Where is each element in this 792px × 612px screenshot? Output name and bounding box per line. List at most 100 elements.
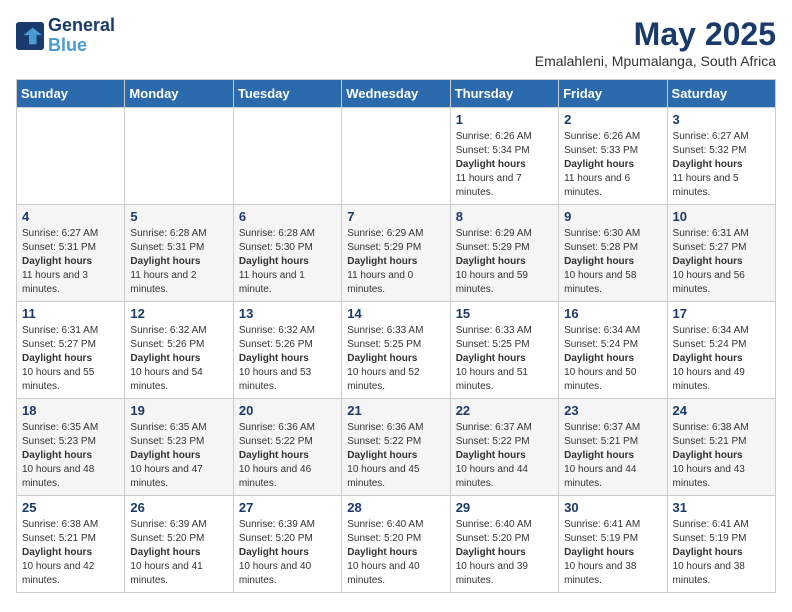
calendar-header-row: SundayMondayTuesdayWednesdayThursdayFrid… [17, 80, 776, 108]
calendar-day-cell: 6 Sunrise: 6:28 AMSunset: 5:30 PMDaylight… [233, 205, 341, 302]
calendar-day-cell: 10 Sunrise: 6:31 AMSunset: 5:27 PMDayligh… [667, 205, 775, 302]
day-info: Sunrise: 6:38 AMSunset: 5:21 PMDaylight … [22, 518, 119, 588]
page-header: General Blue May 2025 Emalahleni, Mpumal… [16, 16, 776, 69]
calendar-day-cell: 30 Sunrise: 6:41 AMSunset: 5:19 PMDayligh… [559, 496, 667, 593]
day-info: Sunrise: 6:36 AMSunset: 5:22 PMDaylight … [239, 421, 336, 491]
day-info: Sunrise: 6:26 AMSunset: 5:33 PMDaylight … [564, 130, 661, 200]
calendar-week-row: 11 Sunrise: 6:31 AMSunset: 5:27 PMDayligh… [17, 302, 776, 399]
day-info: Sunrise: 6:33 AMSunset: 5:25 PMDaylight … [347, 324, 444, 394]
day-info: Sunrise: 6:35 AMSunset: 5:23 PMDaylight … [22, 421, 119, 491]
weekday-header: Saturday [667, 80, 775, 108]
calendar-day-cell: 29 Sunrise: 6:40 AMSunset: 5:20 PMDayligh… [450, 496, 558, 593]
calendar-day-cell: 20 Sunrise: 6:36 AMSunset: 5:22 PMDayligh… [233, 399, 341, 496]
day-number: 30 [564, 500, 661, 515]
calendar-day-cell: 17Sunrise: 6:34 AMSunset: 5:24 PMDayligh… [667, 302, 775, 399]
day-info: Sunrise: 6:33 AMSunset: 5:25 PMDaylight … [456, 324, 553, 394]
day-number: 19 [130, 403, 227, 418]
day-number: 28 [347, 500, 444, 515]
day-info: Sunrise: 6:39 AMSunset: 5:20 PMDaylight … [239, 518, 336, 588]
logo-line2: Blue [48, 36, 115, 56]
calendar-day-cell: 11 Sunrise: 6:31 AMSunset: 5:27 PMDayligh… [17, 302, 125, 399]
day-number: 27 [239, 500, 336, 515]
calendar-day-cell: 31 Sunrise: 6:41 AMSunset: 5:19 PMDayligh… [667, 496, 775, 593]
day-number: 10 [673, 209, 770, 224]
logo-icon [16, 22, 44, 50]
calendar-day-cell: 3 Sunrise: 6:27 AMSunset: 5:32 PMDaylight… [667, 108, 775, 205]
calendar-day-cell: 25 Sunrise: 6:38 AMSunset: 5:21 PMDayligh… [17, 496, 125, 593]
day-info: Sunrise: 6:40 AMSunset: 5:20 PMDaylight … [456, 518, 553, 588]
day-number: 21 [347, 403, 444, 418]
day-number: 3 [673, 112, 770, 127]
day-info: Sunrise: 6:37 AMSunset: 5:22 PMDaylight … [456, 421, 553, 491]
day-number: 1 [456, 112, 553, 127]
day-info: Sunrise: 6:34 AMSunset: 5:24 PMDaylight … [564, 324, 661, 394]
weekday-header: Tuesday [233, 80, 341, 108]
day-number: 20 [239, 403, 336, 418]
calendar-day-cell: 24 Sunrise: 6:38 AMSunset: 5:21 PMDayligh… [667, 399, 775, 496]
day-info: Sunrise: 6:28 AMSunset: 5:30 PMDaylight … [239, 227, 336, 297]
day-info: Sunrise: 6:38 AMSunset: 5:21 PMDaylight … [673, 421, 770, 491]
calendar-week-row: 18Sunrise: 6:35 AMSunset: 5:23 PMDayligh… [17, 399, 776, 496]
weekday-header: Thursday [450, 80, 558, 108]
day-info: Sunrise: 6:29 AMSunset: 5:29 PMDaylight … [456, 227, 553, 297]
day-number: 25 [22, 500, 119, 515]
weekday-header: Friday [559, 80, 667, 108]
day-info: Sunrise: 6:31 AMSunset: 5:27 PMDaylight … [22, 324, 119, 394]
day-number: 7 [347, 209, 444, 224]
calendar-week-row: 1 Sunrise: 6:26 AMSunset: 5:34 PMDaylight… [17, 108, 776, 205]
day-info: Sunrise: 6:29 AMSunset: 5:29 PMDaylight … [347, 227, 444, 297]
day-number: 24 [673, 403, 770, 418]
calendar-day-cell: 2 Sunrise: 6:26 AMSunset: 5:33 PMDaylight… [559, 108, 667, 205]
day-info: Sunrise: 6:39 AMSunset: 5:20 PMDaylight … [130, 518, 227, 588]
calendar-day-cell: 12 Sunrise: 6:32 AMSunset: 5:26 PMDayligh… [125, 302, 233, 399]
day-number: 6 [239, 209, 336, 224]
day-info: Sunrise: 6:41 AMSunset: 5:19 PMDaylight … [564, 518, 661, 588]
day-info: Sunrise: 6:27 AMSunset: 5:31 PMDaylight … [22, 227, 119, 297]
calendar-day-cell: 21 Sunrise: 6:36 AMSunset: 5:22 PMDayligh… [342, 399, 450, 496]
day-number: 14 [347, 306, 444, 321]
calendar-day-cell: 9 Sunrise: 6:30 AMSunset: 5:28 PMDaylight… [559, 205, 667, 302]
day-number: 16 [564, 306, 661, 321]
day-info: Sunrise: 6:26 AMSunset: 5:34 PMDaylight … [456, 130, 553, 200]
calendar-day-cell: 14 Sunrise: 6:33 AMSunset: 5:25 PMDayligh… [342, 302, 450, 399]
day-number: 5 [130, 209, 227, 224]
calendar-day-cell: 19 Sunrise: 6:35 AMSunset: 5:23 PMDayligh… [125, 399, 233, 496]
calendar-day-cell [342, 108, 450, 205]
day-info: Sunrise: 6:34 AMSunset: 5:24 PMDaylight … [673, 324, 770, 394]
day-info: Sunrise: 6:35 AMSunset: 5:23 PMDaylight … [130, 421, 227, 491]
calendar-day-cell: 18Sunrise: 6:35 AMSunset: 5:23 PMDayligh… [17, 399, 125, 496]
day-info: Sunrise: 6:27 AMSunset: 5:32 PMDaylight … [673, 130, 770, 200]
day-number: 11 [22, 306, 119, 321]
day-info: Sunrise: 6:41 AMSunset: 5:19 PMDaylight … [673, 518, 770, 588]
calendar-day-cell: 27 Sunrise: 6:39 AMSunset: 5:20 PMDayligh… [233, 496, 341, 593]
calendar-day-cell: 28 Sunrise: 6:40 AMSunset: 5:20 PMDayligh… [342, 496, 450, 593]
day-number: 8 [456, 209, 553, 224]
day-number: 9 [564, 209, 661, 224]
calendar-day-cell: 1 Sunrise: 6:26 AMSunset: 5:34 PMDaylight… [450, 108, 558, 205]
calendar-day-cell: 15 Sunrise: 6:33 AMSunset: 5:25 PMDayligh… [450, 302, 558, 399]
day-number: 12 [130, 306, 227, 321]
month-title: May 2025 [535, 16, 776, 53]
calendar-day-cell: 7 Sunrise: 6:29 AMSunset: 5:29 PMDaylight… [342, 205, 450, 302]
day-number: 15 [456, 306, 553, 321]
calendar-table: SundayMondayTuesdayWednesdayThursdayFrid… [16, 79, 776, 593]
day-info: Sunrise: 6:36 AMSunset: 5:22 PMDaylight … [347, 421, 444, 491]
day-info: Sunrise: 6:28 AMSunset: 5:31 PMDaylight … [130, 227, 227, 297]
calendar-day-cell: 5 Sunrise: 6:28 AMSunset: 5:31 PMDaylight… [125, 205, 233, 302]
day-number: 23 [564, 403, 661, 418]
day-info: Sunrise: 6:40 AMSunset: 5:20 PMDaylight … [347, 518, 444, 588]
day-number: 31 [673, 500, 770, 515]
logo-line1: General [48, 16, 115, 36]
calendar-week-row: 4Sunrise: 6:27 AMSunset: 5:31 PMDaylight… [17, 205, 776, 302]
title-block: May 2025 Emalahleni, Mpumalanga, South A… [535, 16, 776, 69]
day-info: Sunrise: 6:30 AMSunset: 5:28 PMDaylight … [564, 227, 661, 297]
calendar-week-row: 25 Sunrise: 6:38 AMSunset: 5:21 PMDayligh… [17, 496, 776, 593]
calendar-day-cell: 8 Sunrise: 6:29 AMSunset: 5:29 PMDaylight… [450, 205, 558, 302]
calendar-day-cell: 22Sunrise: 6:37 AMSunset: 5:22 PMDayligh… [450, 399, 558, 496]
day-info: Sunrise: 6:31 AMSunset: 5:27 PMDaylight … [673, 227, 770, 297]
calendar-day-cell [125, 108, 233, 205]
day-info: Sunrise: 6:32 AMSunset: 5:26 PMDaylight … [130, 324, 227, 394]
day-number: 29 [456, 500, 553, 515]
calendar-day-cell [17, 108, 125, 205]
day-number: 2 [564, 112, 661, 127]
